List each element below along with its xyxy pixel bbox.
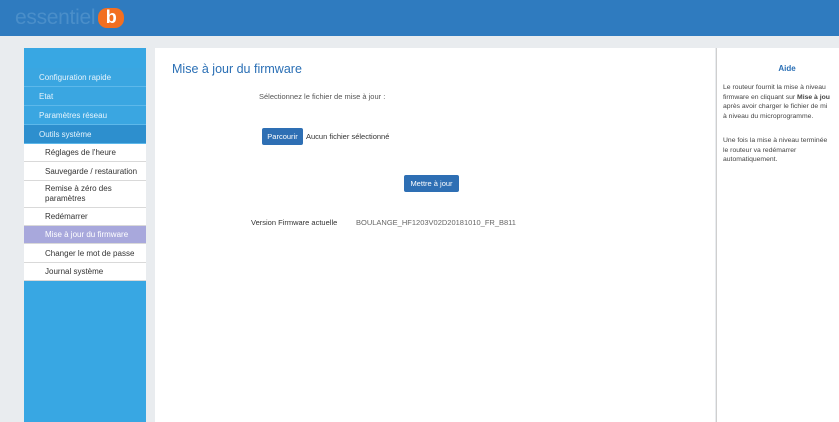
help-line: le routeur va redémarrer <box>723 146 797 154</box>
subnav-label: Sauvegarde / restauration <box>45 166 138 176</box>
subnav-label: Journal système <box>45 267 104 276</box>
nav-system-tools[interactable]: Outils système <box>24 125 146 144</box>
sidebar-top-spacer <box>24 48 146 68</box>
subnav-time-settings[interactable]: Réglages de l'heure <box>24 144 146 162</box>
current-version-value: BOULANGE_HF1203V02D20181010_FR_B811 <box>356 218 516 227</box>
logo-text: essentiel <box>15 6 96 29</box>
subnav-reboot[interactable]: Redémarrer <box>24 208 146 226</box>
help-line: à niveau du microprogramme. <box>723 112 814 120</box>
subnav-label: Réglages de l'heure <box>45 148 116 157</box>
nav-network-settings[interactable]: Paramètres réseau <box>24 106 146 125</box>
current-version-label: Version Firmware actuelle <box>251 218 338 227</box>
subnav-label: Changer le mot de passe <box>45 248 135 258</box>
no-file-selected-text: Aucun fichier sélectionné <box>306 132 390 141</box>
subnav-system-log[interactable]: Journal système <box>24 263 146 281</box>
subnav-label: Mise à jour du firmware <box>45 230 129 239</box>
main-panel: Mise à jour du firmware Sélectionnez le … <box>155 48 715 422</box>
subnav-firmware-update[interactable]: Mise à jour du firmware <box>24 226 146 244</box>
logo-badge-icon: b <box>98 7 125 28</box>
help-paragraph-update: Le routeur fournit la mise à niveau firm… <box>723 83 839 121</box>
sidebar: Configuration rapide Etat Paramètres rés… <box>24 48 146 422</box>
help-line: automatiquement. <box>723 156 778 163</box>
help-title: Aide <box>778 64 796 73</box>
brand-logo[interactable]: essentiel b <box>15 6 125 29</box>
page-title: Mise à jour du firmware <box>172 62 302 76</box>
help-bold-update: Mise à jou <box>797 93 830 101</box>
help-line: Le routeur fournit la mise à niveau <box>723 84 826 91</box>
nav-status[interactable]: Etat <box>24 87 146 106</box>
help-paragraph-reboot: Une fois la mise à niveau terminée le ro… <box>723 136 839 165</box>
help-line: Une fois la mise à niveau terminée <box>723 137 828 144</box>
select-file-label: Sélectionnez le fichier de mise à jour : <box>259 92 386 101</box>
subnav-factory-reset[interactable]: Remise à zéro des paramètres <box>24 181 146 208</box>
subnav-label: Redémarrer <box>45 212 88 221</box>
subnav-backup-restore[interactable]: Sauvegarde / restauration <box>24 162 146 181</box>
subnav-change-password[interactable]: Changer le mot de passe <box>24 244 146 263</box>
help-line: après avoir charger le fichier de mi <box>723 103 828 110</box>
browse-button[interactable]: Parcourir <box>262 128 303 145</box>
top-bar: essentiel b <box>0 0 839 36</box>
update-button[interactable]: Mettre à jour <box>404 175 459 192</box>
subnav-label: Remise à zéro des paramètres <box>45 184 112 203</box>
help-line: firmware en cliquant sur Mise à jou <box>723 93 830 101</box>
help-panel: Aide Le routeur fournit la mise à niveau… <box>716 48 839 422</box>
nav-quick-setup[interactable]: Configuration rapide <box>24 68 146 87</box>
